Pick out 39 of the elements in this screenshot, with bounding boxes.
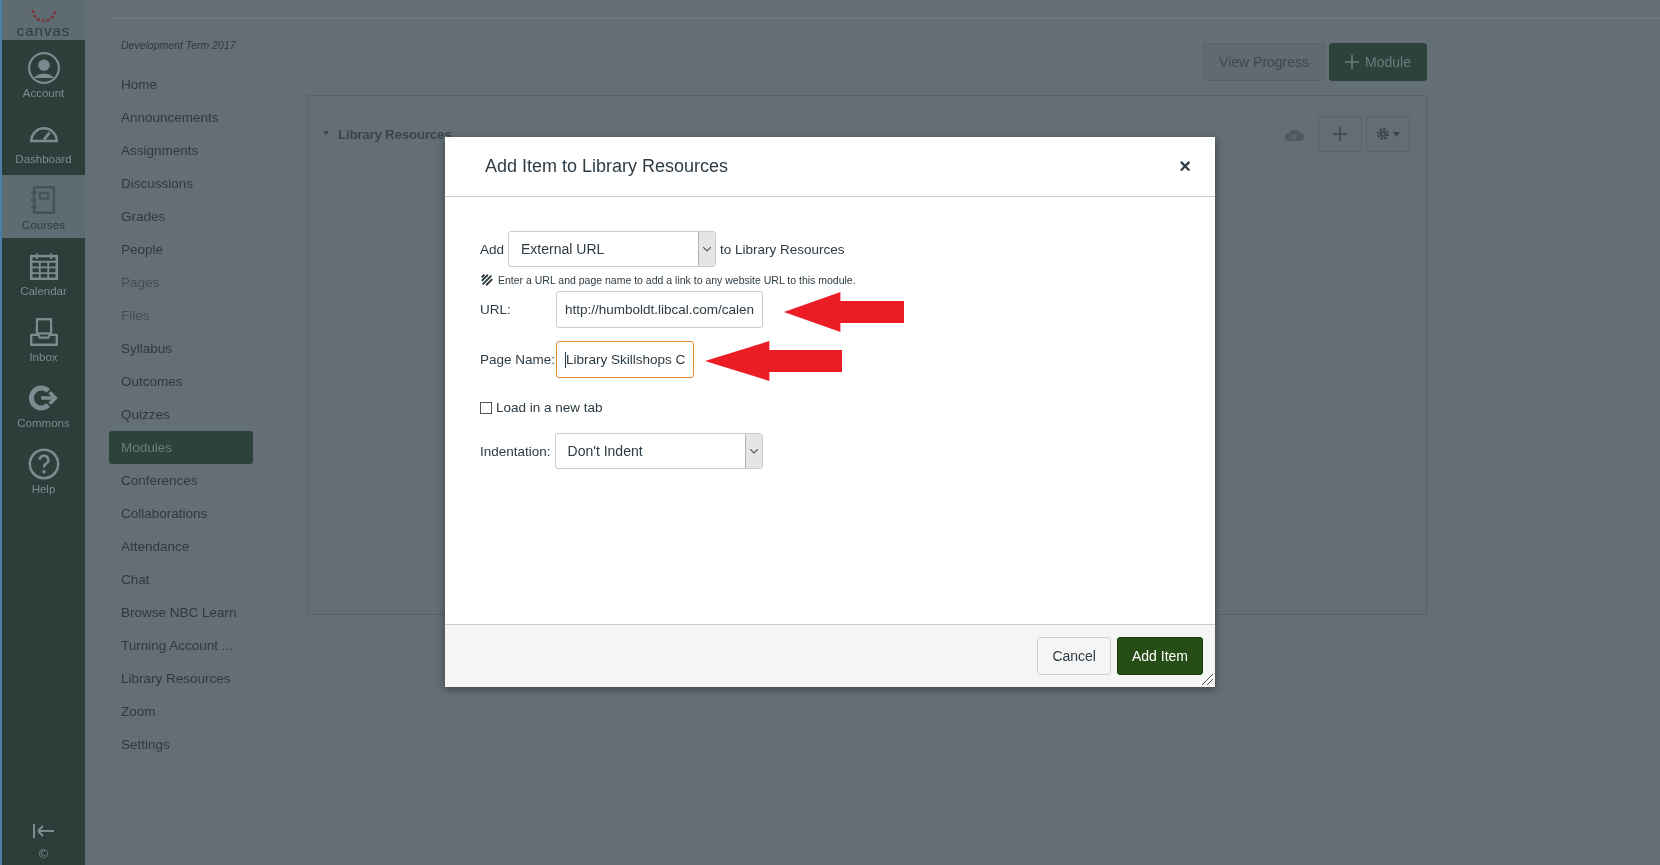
nav-item[interactable]: Dashboard: [2, 109, 85, 172]
resize-grip-icon: [1202, 674, 1213, 685]
nav-item[interactable]: Account: [2, 43, 85, 106]
chevron-icon: [749, 448, 758, 454]
add-item-button[interactable]: [1318, 116, 1362, 152]
field-label: Page Name:: [480, 352, 556, 367]
chevron-icon: [703, 246, 712, 252]
nav-item[interactable]: Inbox: [2, 307, 85, 370]
help-icon: [26, 447, 61, 481]
settings-icon: [1376, 127, 1390, 141]
nav-item[interactable]: Calendar: [2, 241, 85, 304]
logo-icon: [30, 10, 57, 22]
plus-icon: [1345, 55, 1360, 69]
item-type-select[interactable]: External URL: [508, 231, 717, 267]
add-label: Add: [480, 241, 505, 257]
cancel-button[interactable]: Cancel: [1037, 637, 1111, 675]
nav-item[interactable]: Commons: [2, 373, 85, 436]
field-label: URL:: [480, 302, 512, 317]
target-label: to Library Resources: [720, 241, 845, 257]
indentation-label: Indentation:: [480, 443, 551, 459]
collapse-icon: [30, 821, 57, 841]
link-icon: [480, 273, 494, 287]
hint-text: Enter a URL and page name to add a link to any website URL to this module.: [498, 274, 856, 286]
checkbox[interactable]: [480, 401, 492, 414]
plus-icon: [1333, 127, 1347, 141]
close-button[interactable]: ×: [1175, 155, 1195, 178]
caret-icon: [1393, 131, 1400, 137]
url-field[interactable]: http://humboldt.libcal.com/calen: [556, 291, 764, 328]
indentation-select[interactable]: Don't Indent: [554, 433, 763, 469]
checkbox-label: Load in a new tab: [496, 400, 603, 415]
course-nav-item[interactable]: Modules: [109, 431, 253, 464]
settings-button[interactable]: [1366, 116, 1410, 152]
add-module-button[interactable]: Module: [1329, 43, 1427, 81]
copyright-mark: ©: [37, 847, 50, 861]
dialog-title: Add Item to Library Resources: [485, 156, 729, 177]
nav-item[interactable]: Help: [2, 439, 85, 502]
page-name-field[interactable]: Library Skillshops C: [556, 341, 695, 378]
avatar-icon: [26, 51, 61, 85]
add-item-button[interactable]: Add Item: [1116, 637, 1203, 675]
